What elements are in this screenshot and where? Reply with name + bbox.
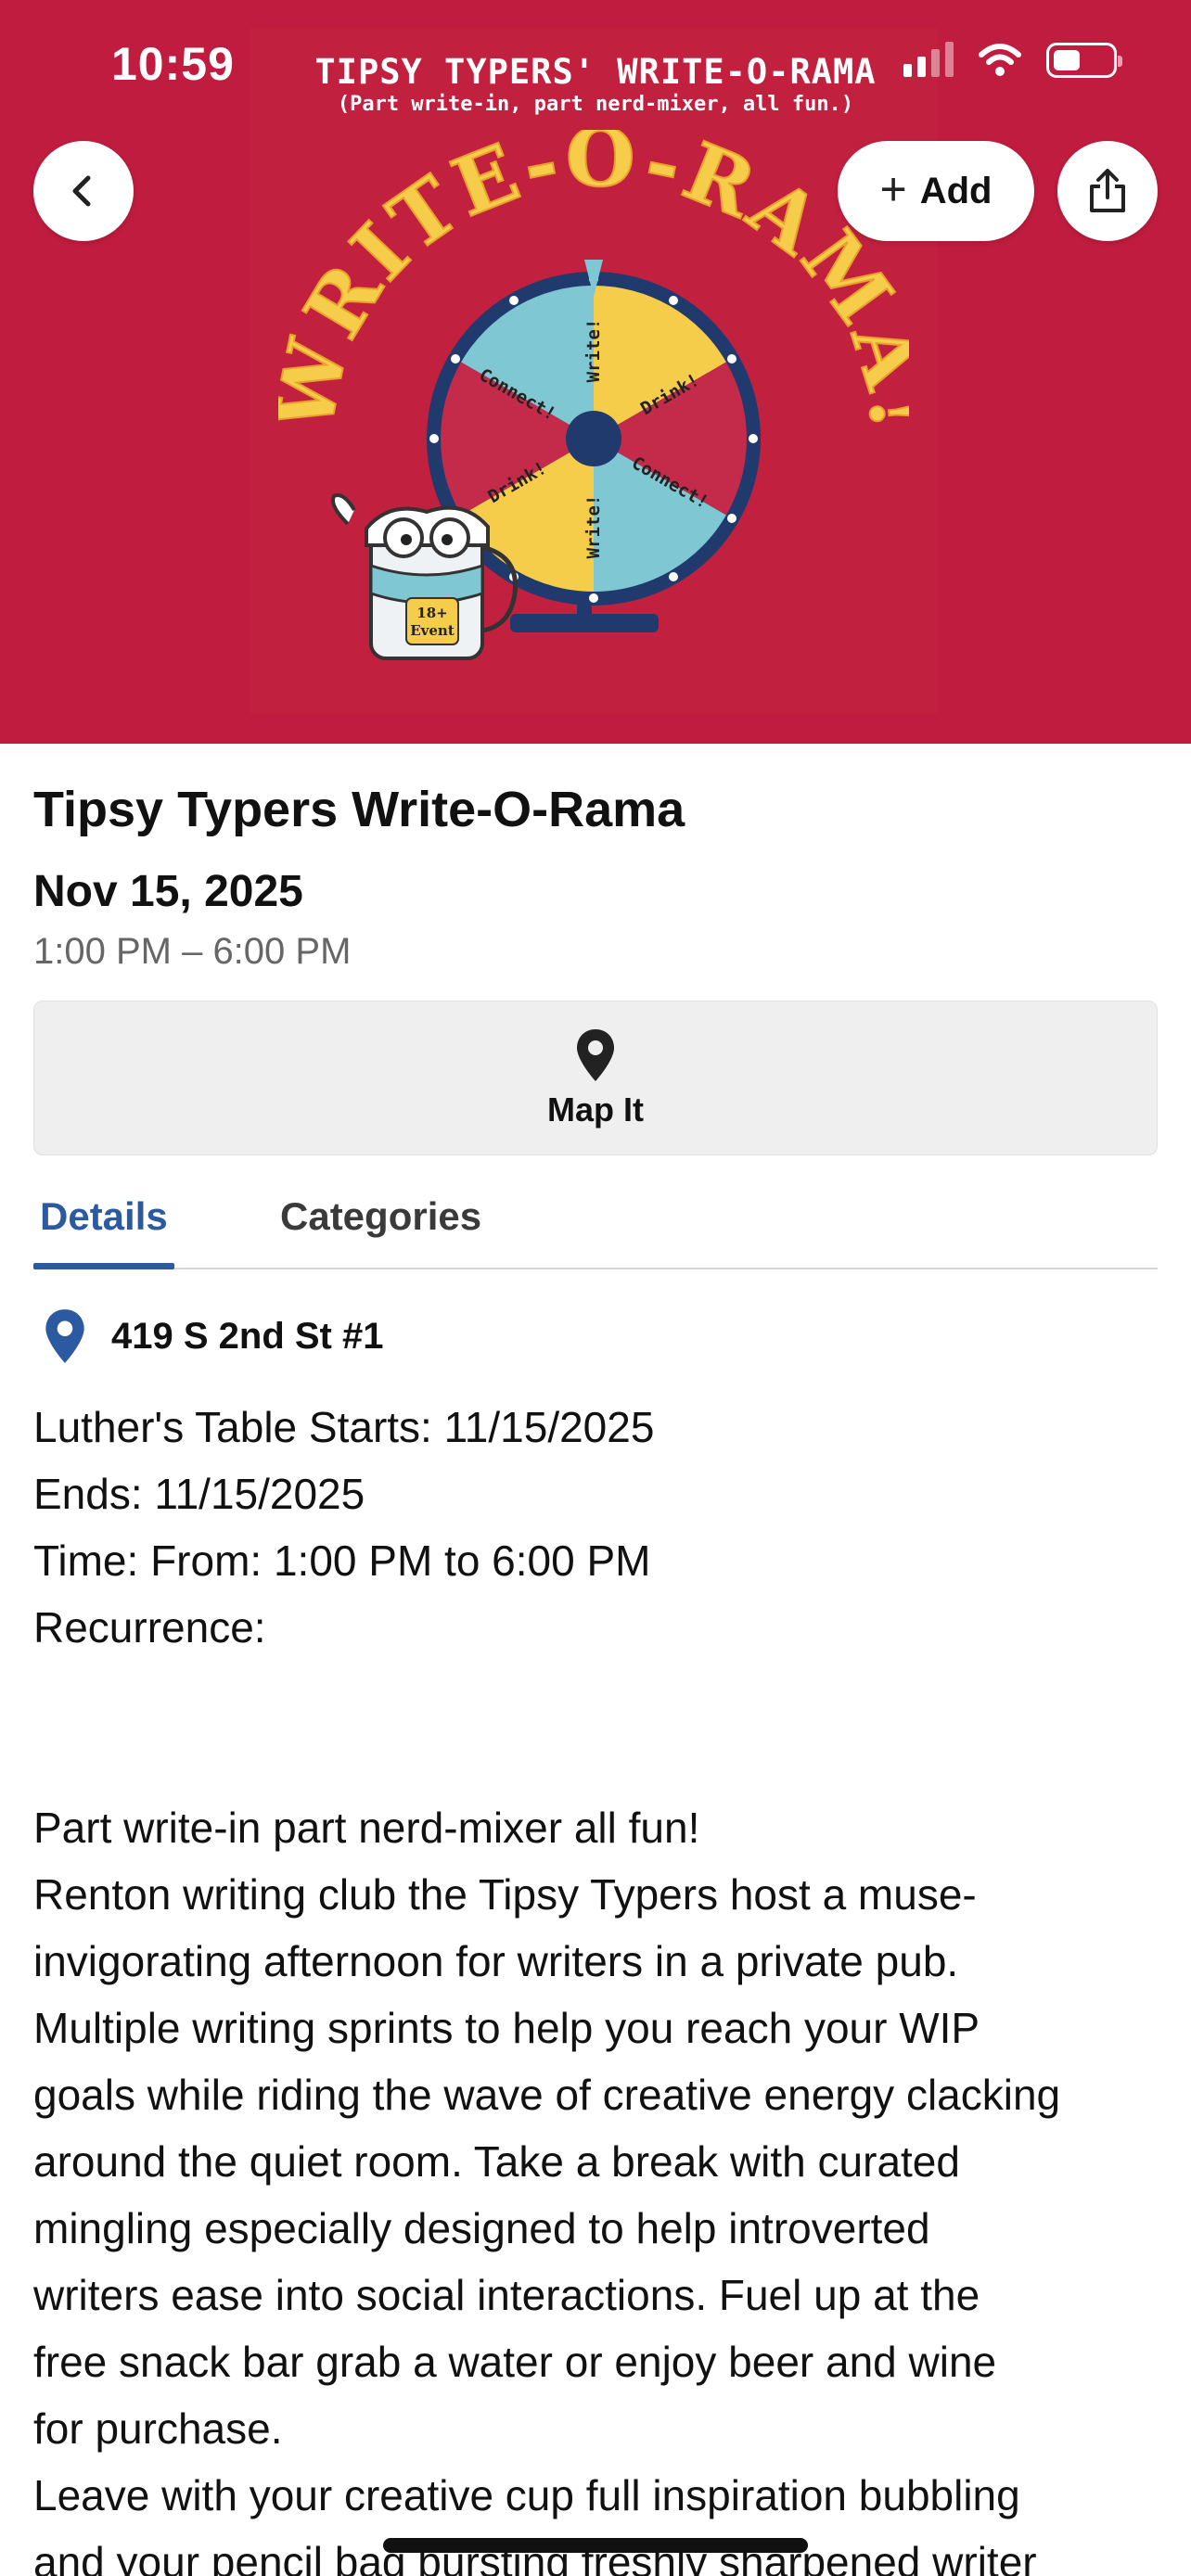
back-button[interactable] (33, 141, 134, 241)
wheel-segment-label: Write! (583, 495, 604, 559)
cellular-signal-icon (903, 42, 954, 77)
tab-details[interactable]: Details (40, 1194, 168, 1239)
address-row[interactable]: 419 S 2nd St #1 (43, 1307, 383, 1365)
map-it-button[interactable]: Map It (33, 1001, 1158, 1155)
add-button-label: Add (919, 170, 992, 211)
map-it-label: Map It (547, 1090, 644, 1129)
mug-badge-line1: 18+ (416, 605, 447, 621)
location-pin-icon (45, 1309, 84, 1363)
event-time-range: 1:00 PM – 6:00 PM (33, 931, 352, 972)
info-line-time: Time: From: 1:00 PM to 6:00 PM (33, 1537, 651, 1585)
description-line: for purchase. (33, 2404, 283, 2453)
info-line-location-start: Luther's Table Starts: 11/15/2025 (33, 1403, 655, 1451)
description-line: invigorating afternoon for writers in a … (33, 1937, 959, 1985)
share-button[interactable] (1057, 141, 1158, 241)
banner-subtitle: (Part write-in, part nerd-mixer, all fun… (337, 93, 854, 116)
home-indicator[interactable] (383, 2538, 808, 2553)
address-text: 419 S 2nd St #1 (111, 1315, 384, 1357)
event-hero-image: TIPSY TYPERS' WRITE-O-RAMA (Part write-i… (0, 0, 1191, 744)
description-line: mingling especially designed to help int… (33, 2204, 930, 2252)
description-line: Part write-in part nerd-mixer all fun! (33, 1804, 700, 1852)
event-date: Nov 15, 2025 (33, 867, 303, 916)
description-line: Leave with your creative cup full inspir… (33, 2471, 1020, 2519)
tab-bar: Details Categories (33, 1178, 1158, 1269)
status-bar-icons (903, 42, 1122, 78)
status-bar-time: 10:59 (111, 38, 235, 90)
tab-categories[interactable]: Categories (280, 1194, 481, 1239)
wifi-icon (979, 44, 1021, 76)
active-tab-indicator (33, 1263, 174, 1269)
description-line: goals while riding the wave of creative … (33, 2071, 1061, 2119)
map-pin-icon (577, 1028, 614, 1081)
event-title: Tipsy Typers Write-O-Rama (33, 782, 685, 837)
plus-icon: + (879, 163, 907, 215)
info-line-recurrence: Recurrence: (33, 1603, 266, 1651)
chevron-left-icon (72, 175, 91, 207)
add-to-calendar-button[interactable]: + Add (838, 141, 1034, 241)
description-line: writers ease into social interactions. F… (33, 2271, 980, 2319)
info-line-end: Ends: 11/15/2025 (33, 1470, 365, 1518)
share-icon (1090, 169, 1125, 212)
mug-badge-line2: Event (410, 622, 455, 639)
wheel-segment-label: Write! (583, 319, 604, 383)
prize-wheel-illustration: WRITE-O-RAMA! Write! Drink! Connect! (278, 130, 909, 660)
description-line: around the quiet room. Take a break with… (33, 2137, 960, 2186)
description-line: Renton writing club the Tipsy Typers hos… (33, 1870, 977, 1919)
description-line: Multiple writing sprints to help you rea… (33, 2004, 980, 2052)
battery-icon (1046, 43, 1122, 78)
description-line: free snack bar grab a water or enjoy bee… (33, 2338, 997, 2386)
